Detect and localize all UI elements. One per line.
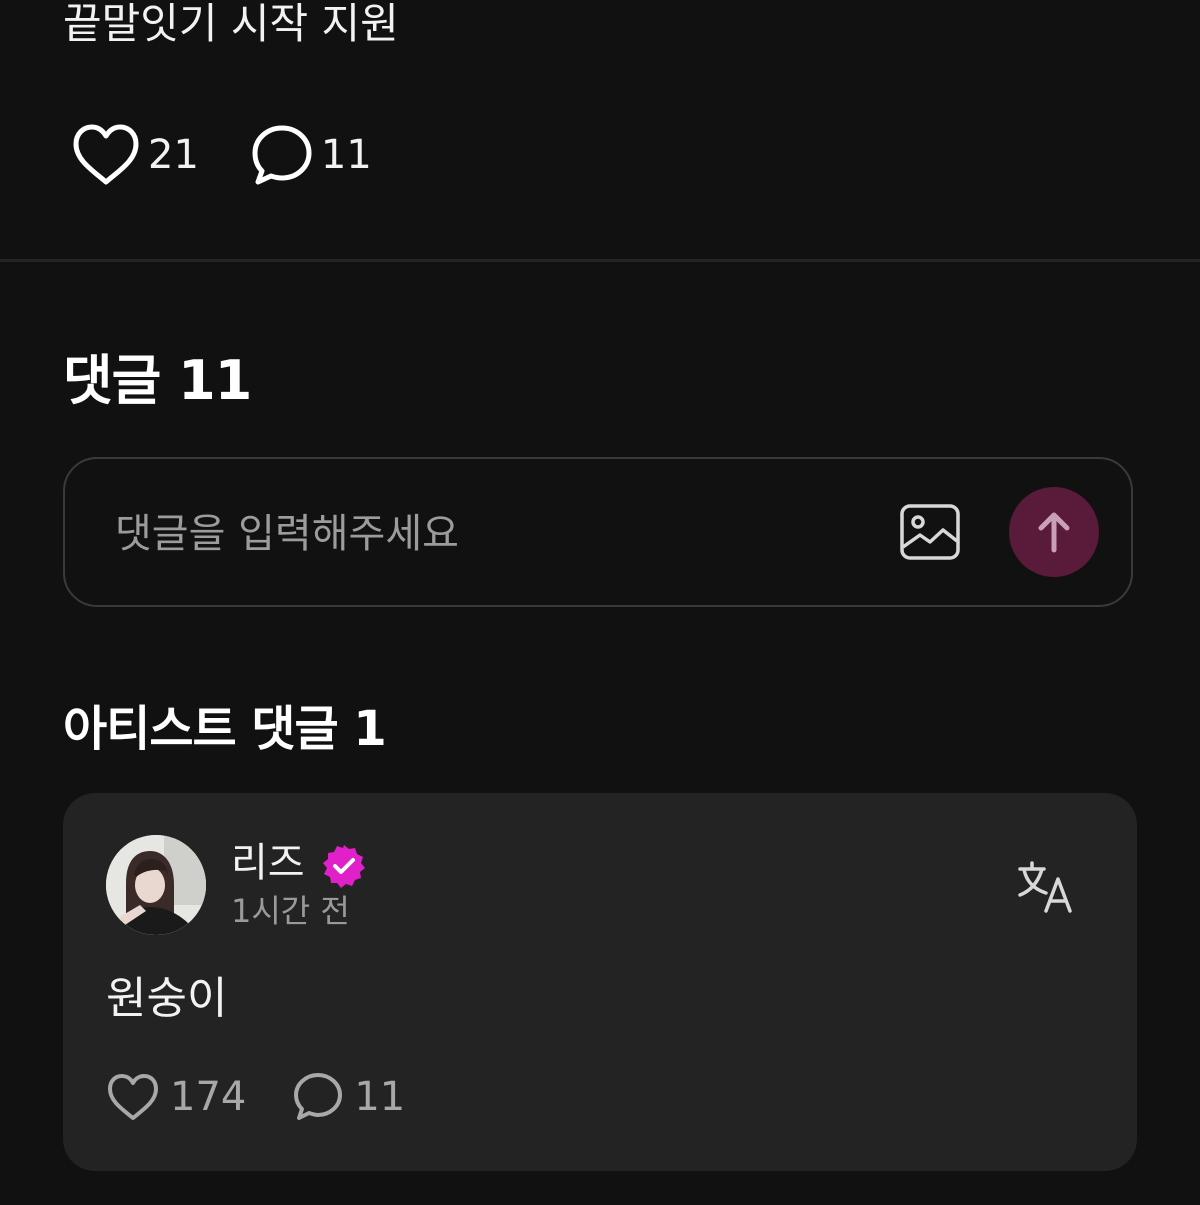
attach-image-button[interactable] bbox=[899, 503, 961, 561]
heart-icon bbox=[108, 1074, 158, 1120]
comment-composer bbox=[63, 457, 1133, 607]
author-name[interactable]: 리즈 bbox=[231, 837, 305, 889]
image-icon bbox=[900, 504, 960, 560]
comment-actions: 174 11 bbox=[106, 1069, 405, 1125]
comment-like-count: 174 bbox=[170, 1074, 247, 1120]
post-actions: 21 11 bbox=[70, 122, 372, 188]
comment-time: 1시간 전 bbox=[231, 892, 350, 930]
comment-body: 원숭이 bbox=[106, 973, 228, 1024]
profile-photo bbox=[106, 835, 206, 935]
comment-reply-count: 11 bbox=[354, 1074, 406, 1120]
comment-input[interactable] bbox=[115, 499, 875, 569]
send-comment-button[interactable] bbox=[1009, 487, 1099, 577]
post-comment-button[interactable]: 11 bbox=[249, 122, 372, 188]
arrow-up-icon bbox=[1038, 512, 1070, 553]
section-divider bbox=[0, 259, 1200, 262]
post-text: 끝말잇기 시작 지원 bbox=[63, 0, 399, 48]
comment-bubble-icon bbox=[252, 125, 312, 185]
avatar[interactable] bbox=[106, 835, 206, 935]
comment-like-button[interactable]: 174 bbox=[106, 1072, 246, 1122]
comments-title: 댓글 11 bbox=[63, 349, 252, 412]
post-comment-count: 11 bbox=[320, 132, 372, 178]
comment-reply-button[interactable]: 11 bbox=[292, 1071, 405, 1123]
verified-badge-icon bbox=[323, 845, 365, 888]
post-like-button[interactable]: 21 bbox=[70, 122, 199, 188]
translate-icon bbox=[1018, 861, 1072, 913]
post-like-count: 21 bbox=[148, 132, 199, 178]
artist-comment-card: 리즈 1시간 전 원숭이 174 11 bbox=[63, 793, 1137, 1171]
comment-bubble-icon bbox=[294, 1073, 343, 1120]
translate-button[interactable] bbox=[1016, 859, 1074, 915]
heart-icon bbox=[73, 124, 139, 185]
artist-comments-title: 아티스트 댓글 1 bbox=[63, 701, 387, 757]
